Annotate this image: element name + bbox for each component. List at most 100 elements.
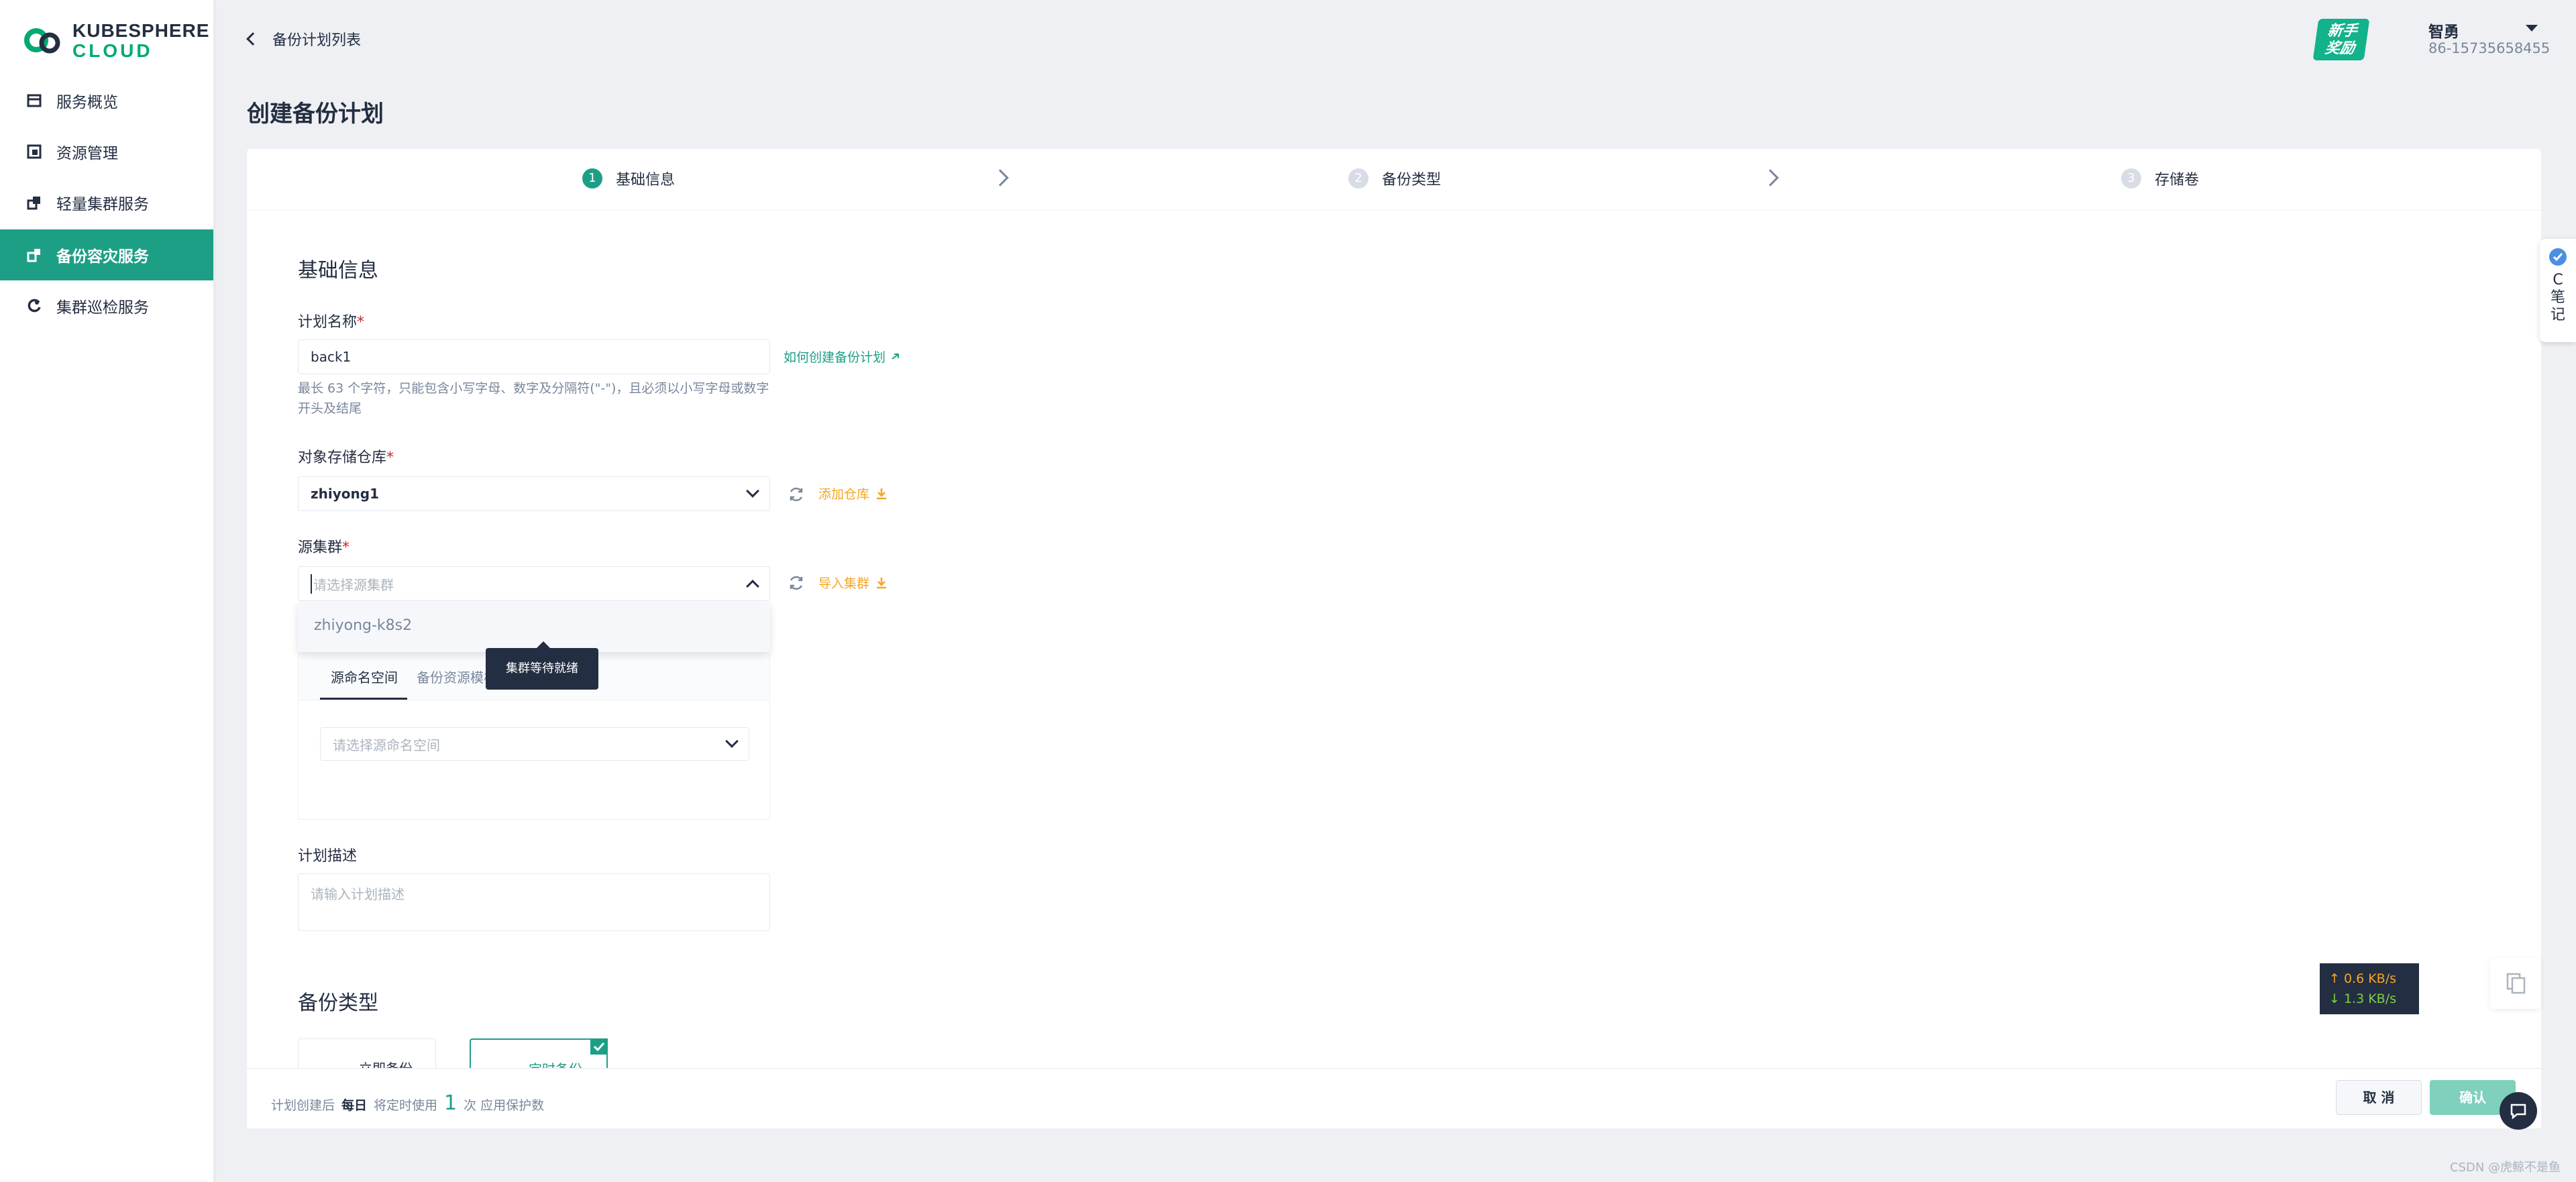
sidebar-item-label: 集群巡检服务 bbox=[56, 299, 149, 317]
step-number: 2 bbox=[1348, 168, 1368, 189]
caret-down-icon[interactable] bbox=[2526, 25, 2538, 32]
step-basic-info[interactable]: 1 基础信息 bbox=[582, 168, 675, 189]
step-label: 存储卷 bbox=[2155, 172, 2200, 189]
source-cluster-placeholder: 请选择源集群 bbox=[311, 574, 394, 594]
sidebar-item-resources[interactable]: 资源管理 bbox=[0, 126, 213, 177]
footer-count: 1 bbox=[444, 1091, 458, 1115]
sidebar-item-lightweight-cluster[interactable]: 轻量集群服务 bbox=[0, 177, 213, 228]
repo-label: 对象存储仓库* bbox=[298, 449, 394, 466]
copy-icon bbox=[2506, 973, 2526, 994]
footer-bar: 计划创建后 每日 将定时使用 1 次 应用保护数 bbox=[247, 1068, 2541, 1128]
repo-value: zhiyong1 bbox=[311, 486, 379, 502]
section-title-basic-info: 基础信息 bbox=[298, 259, 378, 282]
plan-name-value: back1 bbox=[311, 349, 352, 365]
sidebar-item-label: 轻量集群服务 bbox=[56, 196, 149, 213]
sidebar: KUBESPHERE CLOUD 服务概览 资源管理 轻量集群服务 备份容灾服务… bbox=[0, 0, 213, 1182]
kubesphere-logo[interactable]: KUBESPHERE CLOUD bbox=[24, 19, 209, 62]
newbie-reward-badge[interactable]: 新手 奖励 bbox=[2312, 19, 2370, 60]
cluster-icon bbox=[27, 197, 40, 210]
namespace-placeholder: 请选择源命名空间 bbox=[333, 737, 440, 753]
chevron-right-icon bbox=[991, 169, 1009, 186]
how-to-create-link[interactable]: 如何创建备份计划 bbox=[784, 347, 900, 366]
reward-line-2: 奖励 bbox=[2324, 40, 2356, 56]
csdn-note-widget[interactable]: C 笔 记 bbox=[2540, 239, 2576, 342]
footer-text-2: 将定时使用 bbox=[374, 1098, 438, 1113]
description-placeholder: 请输入计划描述 bbox=[311, 886, 405, 902]
logo-text-kubesphere: KUBESPHERE bbox=[72, 20, 210, 41]
watermark: CSDN @虎鲸不是鱼 bbox=[2450, 1161, 2561, 1175]
cluster-status-tooltip: 集群等待就绪 bbox=[486, 641, 598, 690]
description-textarea[interactable]: 请输入计划描述 bbox=[298, 873, 770, 931]
overview-icon bbox=[27, 94, 42, 107]
description-label: 计划描述 bbox=[298, 848, 358, 865]
page-title: 创建备份计划 bbox=[247, 101, 384, 127]
sidebar-item-inspection[interactable]: 集群巡检服务 bbox=[0, 280, 213, 331]
copy-button[interactable] bbox=[2490, 958, 2541, 1009]
chat-icon bbox=[2510, 1104, 2526, 1120]
stepper: 1 基础信息 2 备份类型 3 存储卷 bbox=[247, 149, 2541, 211]
plan-name-label: 计划名称* bbox=[298, 314, 365, 331]
chevron-left-icon bbox=[246, 32, 260, 46]
step-label: 基础信息 bbox=[616, 172, 676, 189]
footer-summary: 计划创建后 每日 将定时使用 1 次 应用保护数 bbox=[271, 1091, 544, 1115]
plan-name-input[interactable]: back1 bbox=[298, 339, 770, 374]
backup-icon bbox=[27, 249, 40, 262]
refresh-icon[interactable] bbox=[788, 486, 805, 503]
arrow-link-icon bbox=[892, 353, 900, 360]
download-speed: ↓ 1.3 KB/s bbox=[2329, 991, 2397, 1006]
sidebar-item-backup[interactable]: 备份容灾服务 bbox=[0, 229, 213, 280]
tab-backup-template[interactable]: 备份资源模板 bbox=[417, 667, 497, 686]
back-label: 备份计划列表 bbox=[272, 32, 362, 49]
repo-select[interactable]: zhiyong1 bbox=[298, 476, 770, 511]
resource-icon bbox=[27, 144, 42, 159]
note-icon bbox=[2549, 248, 2567, 266]
logo-mark-icon bbox=[24, 28, 60, 54]
step-volumes[interactable]: 3 存储卷 bbox=[2121, 168, 2199, 189]
download-icon bbox=[877, 577, 887, 588]
check-corner-icon bbox=[590, 1038, 608, 1055]
chat-bubble-button[interactable] bbox=[2500, 1092, 2537, 1130]
user-name[interactable]: 智勇 bbox=[2428, 19, 2459, 42]
note-line-1: C bbox=[2553, 272, 2563, 288]
chevron-down-icon bbox=[725, 735, 739, 748]
add-repo-text: 添加仓库 bbox=[818, 487, 870, 502]
chevron-down-icon bbox=[746, 484, 759, 498]
import-cluster-text: 导入集群 bbox=[818, 576, 870, 591]
sidebar-item-label: 备份容灾服务 bbox=[56, 248, 149, 266]
download-icon bbox=[877, 488, 887, 499]
how-to-create-text: 如何创建备份计划 bbox=[784, 350, 886, 365]
chevron-up-icon bbox=[746, 580, 759, 593]
footer-text-3: 次 应用保护数 bbox=[464, 1098, 545, 1113]
plan-name-help: 最长 63 个字符，只能包含小写字母、数字及分隔符("-")，且必须以小写字母或… bbox=[298, 381, 769, 416]
cluster-dropdown: zhiyong-k8s2 bbox=[298, 602, 770, 652]
user-phone: 86-15735658455 bbox=[2428, 40, 2551, 56]
source-cluster-select[interactable]: 请选择源集群 bbox=[298, 566, 770, 601]
upload-speed: ↑ 0.6 KB/s bbox=[2329, 971, 2397, 986]
sidebar-item-label: 服务概览 bbox=[56, 94, 118, 111]
step-number: 1 bbox=[582, 168, 602, 189]
refresh-icon[interactable] bbox=[788, 574, 805, 592]
back-to-plan-list[interactable]: 备份计划列表 bbox=[246, 28, 362, 50]
step-backup-type[interactable]: 2 备份类型 bbox=[1348, 168, 1441, 189]
import-cluster-link[interactable]: 导入集群 bbox=[818, 574, 888, 592]
section-title-backup-type: 备份类型 bbox=[298, 991, 378, 1015]
step-label: 备份类型 bbox=[1382, 172, 1442, 189]
inspection-icon bbox=[28, 299, 41, 313]
tab-source-namespace[interactable]: 源命名空间 bbox=[331, 667, 398, 686]
reward-line-1: 新手 bbox=[2326, 22, 2359, 39]
footer-frequency: 每日 bbox=[341, 1098, 368, 1113]
sidebar-item-label: 资源管理 bbox=[56, 145, 118, 162]
footer-text-1: 计划创建后 bbox=[271, 1098, 335, 1113]
note-line-3: 记 bbox=[2550, 307, 2565, 323]
network-speed-widget: ↑ 0.6 KB/s ↓ 1.3 KB/s bbox=[2320, 963, 2419, 1014]
cluster-option[interactable]: zhiyong-k8s2 bbox=[314, 617, 754, 634]
add-repo-link[interactable]: 添加仓库 bbox=[818, 484, 888, 502]
step-number: 3 bbox=[2121, 168, 2141, 189]
tab-underline bbox=[320, 698, 407, 700]
namespace-select[interactable]: 请选择源命名空间 bbox=[320, 727, 749, 761]
cancel-button[interactable]: 取 消 bbox=[2336, 1080, 2422, 1115]
note-line-2: 笔 bbox=[2550, 289, 2565, 306]
source-cluster-label: 源集群* bbox=[298, 539, 350, 556]
sidebar-item-overview[interactable]: 服务概览 bbox=[0, 75, 213, 126]
chevron-right-icon bbox=[1762, 169, 1779, 186]
